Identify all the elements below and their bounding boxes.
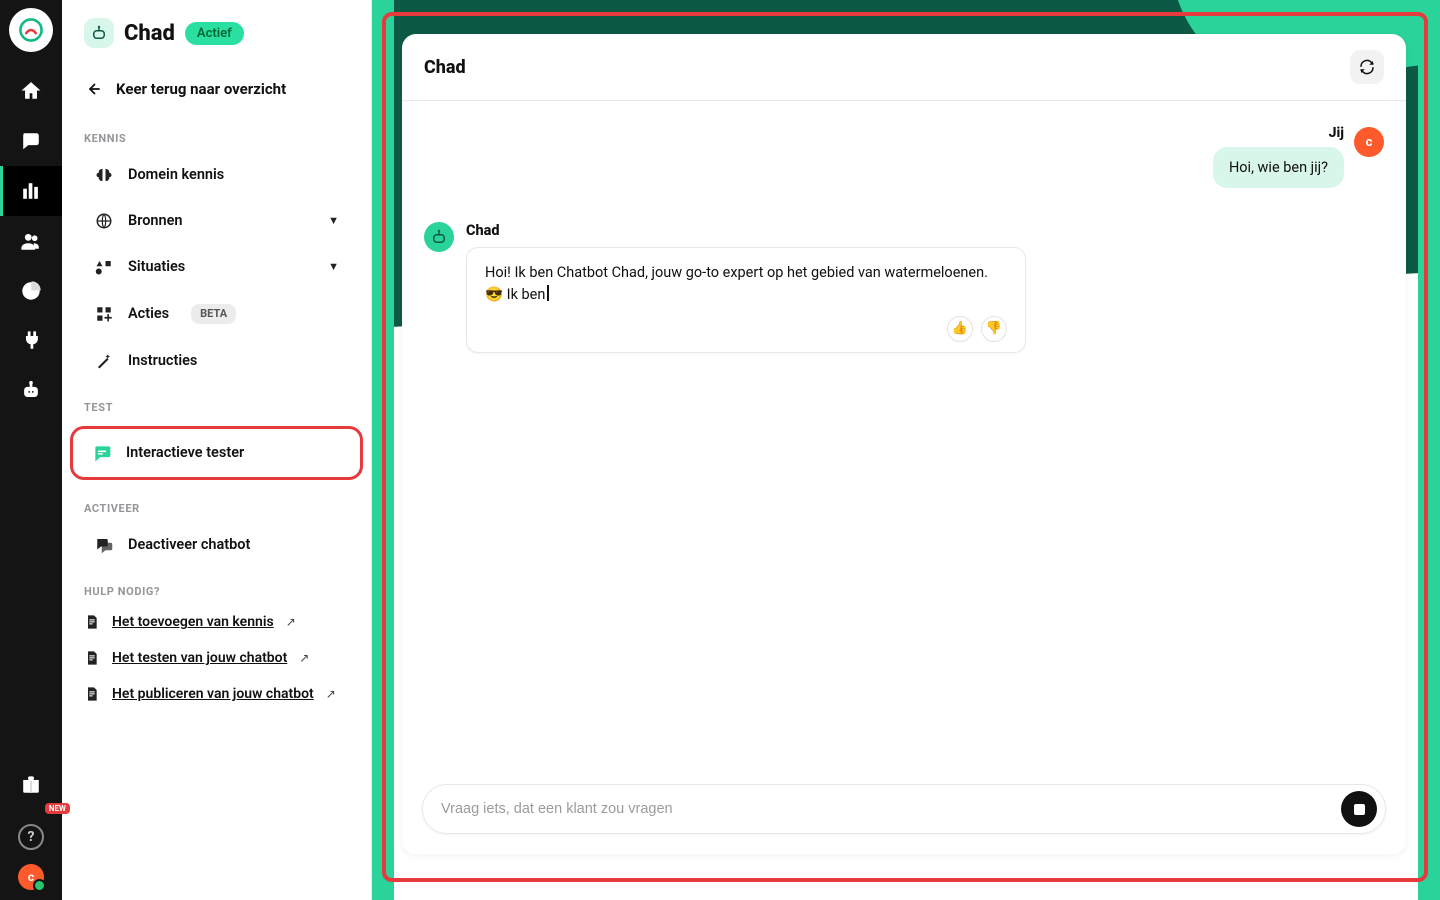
doc-icon: [84, 650, 100, 666]
panel-header: Chad Actief: [62, 18, 371, 62]
rail-home-icon[interactable]: [0, 66, 62, 116]
beta-badge: BETA: [191, 304, 236, 324]
section-test: TEST: [62, 385, 371, 420]
help-link-label: Het publiceren van jouw chatbot: [112, 686, 314, 702]
icon-rail: ? c: [0, 0, 62, 900]
chevron-down-icon: ▼: [328, 214, 339, 228]
help-link-kennis[interactable]: Het toevoegen van kennis ↗: [62, 604, 371, 640]
nav-label: Instructies: [128, 352, 197, 370]
chat-body: Jij Hoi, wie ben jij? c Chad Hoi! Ik b: [402, 101, 1406, 770]
rail-help-icon[interactable]: ?: [18, 824, 44, 850]
nav-label: Acties: [128, 305, 169, 323]
bot-message-text: Hoi! Ik ben Chatbot Chad, jouw go-to exp…: [485, 264, 988, 303]
nav-label: Interactieve tester: [126, 444, 244, 462]
rail-pie-icon[interactable]: [0, 266, 62, 316]
nav-interactieve-tester[interactable]: Interactieve tester: [70, 426, 363, 480]
grid-plus-icon: [94, 305, 114, 323]
user-message-row: Jij Hoi, wie ben jij? c: [424, 125, 1384, 188]
status-badge: Actief: [185, 22, 244, 45]
wand-icon: [94, 352, 114, 370]
section-hulp: HULP NODIG?: [62, 569, 371, 604]
thumbs-up-button[interactable]: 👍: [947, 316, 973, 342]
rail-analytics-icon[interactable]: [0, 166, 62, 216]
stop-button[interactable]: [1341, 791, 1377, 827]
user-message-bubble: Hoi, wie ben jij?: [1213, 147, 1344, 188]
bot-message-bubble: Hoi! Ik ben Chatbot Chad, jouw go-to exp…: [466, 247, 1026, 353]
rail-user-avatar[interactable]: c: [18, 864, 44, 890]
user-name-label: Jij: [1213, 125, 1344, 141]
doc-icon: [84, 686, 100, 702]
typing-cursor: [547, 285, 549, 301]
chat-bubble-icon: [92, 443, 112, 463]
help-link-label: Het toevoegen van kennis: [112, 614, 274, 630]
rail-avatar-initial: c: [28, 870, 34, 884]
bot-message-row: Chad Hoi! Ik ben Chatbot Chad, jouw go-t…: [424, 222, 1384, 353]
stop-icon: [1354, 804, 1365, 815]
external-link-icon: ↗: [326, 687, 336, 701]
back-link-label: Keer terug naar overzicht: [116, 80, 286, 98]
external-link-icon: ↗: [286, 615, 296, 629]
bot-badge-icon: [84, 18, 114, 48]
nav-label: Deactiveer chatbot: [128, 536, 250, 554]
panel-title: Chad: [124, 21, 175, 46]
nav-instructies[interactable]: Instructies: [72, 339, 361, 383]
help-link-testen[interactable]: Het testen van jouw chatbot ↗: [62, 640, 371, 676]
nav-label: Situaties: [128, 258, 185, 276]
chevron-down-icon: ▼: [328, 260, 339, 274]
user-avatar: c: [1354, 127, 1384, 157]
nav-label: Bronnen: [128, 212, 183, 230]
chat-input-area: [402, 770, 1406, 854]
nav-situaties[interactable]: Situaties ▼: [72, 245, 361, 289]
nav-bronnen[interactable]: Bronnen ▼: [72, 199, 361, 243]
shapes-icon: [94, 258, 114, 276]
chat-card: Chad Jij Hoi, wie ben jij? c: [402, 34, 1406, 854]
nav-label: Domein kennis: [128, 166, 224, 184]
bot-avatar-icon: [424, 222, 454, 252]
refresh-icon: [1358, 58, 1376, 76]
brain-icon: [94, 166, 114, 184]
rail-gift-icon[interactable]: [0, 760, 62, 810]
rail-robot-icon[interactable]: [0, 366, 62, 416]
refresh-button[interactable]: [1350, 50, 1384, 84]
external-link-icon: ↗: [299, 651, 309, 665]
rail-users-icon[interactable]: [0, 216, 62, 266]
rail-chat-icon[interactable]: [0, 116, 62, 166]
nav-acties[interactable]: Acties BETA: [72, 291, 361, 337]
nav-deactiveer[interactable]: Deactiveer chatbot: [72, 523, 361, 567]
tester-highlight-frame: Chad Jij Hoi, wie ben jij? c: [382, 12, 1428, 882]
thumbs-down-button[interactable]: 👎: [981, 316, 1007, 342]
side-panel: Chad Actief Keer terug naar overzicht KE…: [62, 0, 372, 900]
help-link-label: Het testen van jouw chatbot: [112, 650, 287, 666]
chat-input-container: [422, 784, 1386, 834]
rail-plug-icon[interactable]: [0, 316, 62, 366]
bot-name-label: Chad: [466, 222, 1026, 239]
arrow-left-icon: [84, 80, 102, 98]
section-activeer: ACTIVEER: [62, 486, 371, 521]
help-link-publiceren[interactable]: Het publiceren van jouw chatbot ↗: [62, 676, 371, 712]
brand-logo[interactable]: [9, 8, 53, 52]
chat-header: Chad: [402, 34, 1406, 101]
chat-title: Chad: [424, 57, 466, 78]
back-to-overview-link[interactable]: Keer terug naar overzicht: [62, 62, 371, 116]
section-kennis: KENNIS: [62, 116, 371, 151]
doc-icon: [84, 614, 100, 630]
chats-icon: [94, 536, 114, 554]
nav-domein-kennis[interactable]: Domein kennis: [72, 153, 361, 197]
main-area: Chad Jij Hoi, wie ben jij? c: [372, 0, 1440, 900]
sources-icon: [94, 212, 114, 230]
chat-input[interactable]: [441, 801, 1341, 817]
